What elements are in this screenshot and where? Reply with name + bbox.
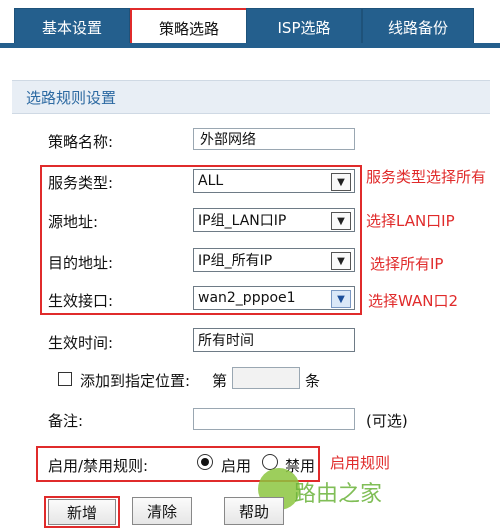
- enable-rule-label: 启用/禁用规则:: [48, 457, 149, 475]
- tab-policy-routing[interactable]: 策略选路: [130, 8, 248, 48]
- watermark-text: 路由之家: [294, 482, 383, 507]
- effective-time-select[interactable]: 所有时间: [193, 328, 355, 352]
- chevron-down-icon[interactable]: ▼: [331, 252, 351, 270]
- chevron-down-icon[interactable]: ▼: [331, 212, 351, 230]
- position-prefix: 第: [212, 372, 228, 390]
- tab-line-backup[interactable]: 线路备份: [362, 8, 474, 46]
- tab-underline: [0, 43, 500, 48]
- dest-address-select[interactable]: IP组_所有IP ▼: [193, 248, 355, 272]
- annotation-enable: 启用规则: [330, 454, 391, 472]
- position-checkbox[interactable]: [58, 372, 72, 386]
- tab-bar: 基本设置 策略选路 ISP选路 线路备份: [0, 0, 500, 48]
- source-address-select[interactable]: IP组_LAN口IP ▼: [193, 208, 355, 232]
- section-header: 选路规则设置: [12, 80, 490, 114]
- enable-radio[interactable]: [197, 454, 213, 470]
- annotation-interface: 选择WAN口2: [368, 292, 459, 310]
- annotation-service: 服务类型选择所有: [366, 168, 487, 186]
- policy-name-value: 外部网络: [200, 132, 256, 148]
- enable-radio-label: 启用: [221, 457, 252, 475]
- section-title: 选路规则设置: [26, 88, 117, 107]
- policy-name-input[interactable]: 外部网络: [193, 128, 355, 150]
- add-button[interactable]: 新增: [48, 499, 116, 525]
- interface-select[interactable]: wan2_pppoe1 ▼: [193, 286, 355, 310]
- source-address-value: IP组_LAN口IP: [198, 213, 287, 229]
- service-type-value: ALL: [198, 173, 224, 189]
- tab-isp-routing[interactable]: ISP选路: [246, 8, 362, 46]
- remark-hint: (可选): [366, 412, 408, 430]
- clear-button[interactable]: 清除: [132, 497, 192, 525]
- chevron-down-icon[interactable]: ▼: [331, 173, 351, 191]
- interface-value: wan2_pppoe1: [198, 290, 296, 306]
- effective-time-value: 所有时间: [198, 333, 254, 349]
- chevron-down-icon[interactable]: ▼: [331, 290, 351, 308]
- radio-selected-dot: [201, 458, 209, 466]
- dest-address-value: IP组_所有IP: [198, 253, 273, 269]
- service-type-label: 服务类型:: [48, 174, 114, 192]
- remark-input[interactable]: [193, 408, 355, 430]
- remark-label: 备注:: [48, 412, 84, 430]
- position-label: 添加到指定位置:: [80, 372, 191, 390]
- service-type-select[interactable]: ALL ▼: [193, 169, 355, 193]
- effective-time-label: 生效时间:: [48, 334, 114, 352]
- dest-address-label: 目的地址:: [48, 254, 114, 272]
- annotation-dest: 选择所有IP: [370, 255, 444, 273]
- policy-name-label: 策略名称:: [48, 133, 114, 151]
- annotation-source: 选择LAN口IP: [366, 212, 455, 230]
- tab-basic-settings[interactable]: 基本设置: [14, 8, 130, 46]
- position-suffix: 条: [305, 372, 321, 390]
- position-input[interactable]: [232, 367, 300, 389]
- interface-label: 生效接口:: [48, 292, 114, 310]
- help-button[interactable]: 帮助: [224, 497, 284, 525]
- source-address-label: 源地址:: [48, 213, 99, 231]
